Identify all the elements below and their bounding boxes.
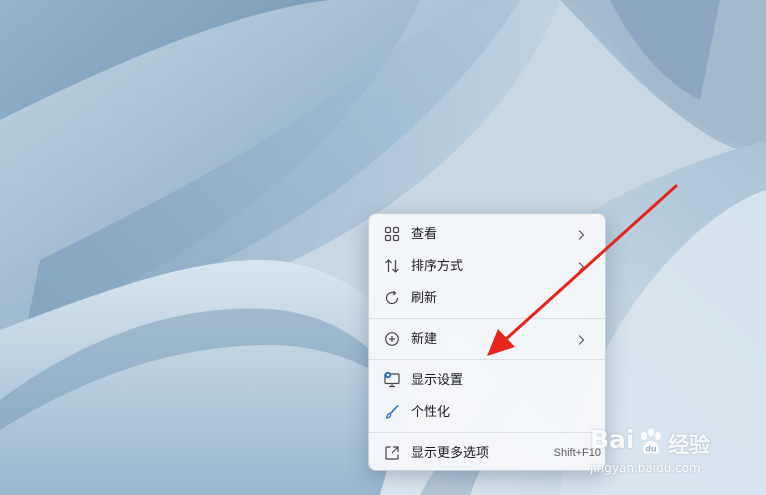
menu-item-display-settings[interactable]: 显示设置 (374, 365, 600, 395)
sort-arrows-icon (383, 257, 401, 275)
menu-separator (369, 318, 605, 319)
baidu-jingyan-watermark: Bai du 经验 jingyan.baidu.com (590, 425, 760, 489)
menu-item-new[interactable]: 新建 (374, 324, 600, 354)
menu-item-label: 查看 (411, 226, 438, 241)
chevron-right-icon (576, 260, 586, 272)
paw-logo-icon: du (636, 427, 666, 462)
display-settings-icon (383, 371, 401, 389)
add-circle-icon (383, 330, 401, 348)
menu-separator (369, 432, 605, 433)
menu-item-label: 显示更多选项 (411, 445, 490, 460)
watermark-url: jingyan.baidu.com (590, 461, 701, 475)
menu-item-sort-by[interactable]: 排序方式 (374, 251, 600, 281)
refresh-icon (383, 289, 401, 307)
menu-item-label: 个性化 (411, 404, 451, 419)
menu-item-personalize[interactable]: 个性化 (374, 397, 600, 427)
menu-separator (369, 359, 605, 360)
grid-view-icon (383, 225, 401, 243)
menu-item-label: 显示设置 (411, 372, 464, 387)
menu-item-label: 新建 (411, 331, 438, 346)
svg-text:du: du (645, 445, 657, 454)
chevron-right-icon (576, 228, 586, 240)
menu-item-label: 排序方式 (411, 258, 464, 273)
watermark-brand-sub: 经验 (668, 433, 710, 457)
brush-icon (383, 403, 401, 421)
menu-item-view[interactable]: 查看 (374, 219, 600, 249)
open-external-icon (383, 444, 401, 462)
menu-item-show-more-options[interactable]: 显示更多选项 Shift+F10 (374, 438, 601, 468)
menu-item-label: 刷新 (411, 290, 438, 305)
watermark-brand: Bai (590, 425, 635, 454)
menu-item-refresh[interactable]: 刷新 (374, 283, 600, 313)
chevron-right-icon (576, 333, 586, 345)
desktop-context-menu: 查看 排序方式 刷新 新建 显示设置 个性化 显示更多选项 Shift+F10 (368, 213, 606, 471)
